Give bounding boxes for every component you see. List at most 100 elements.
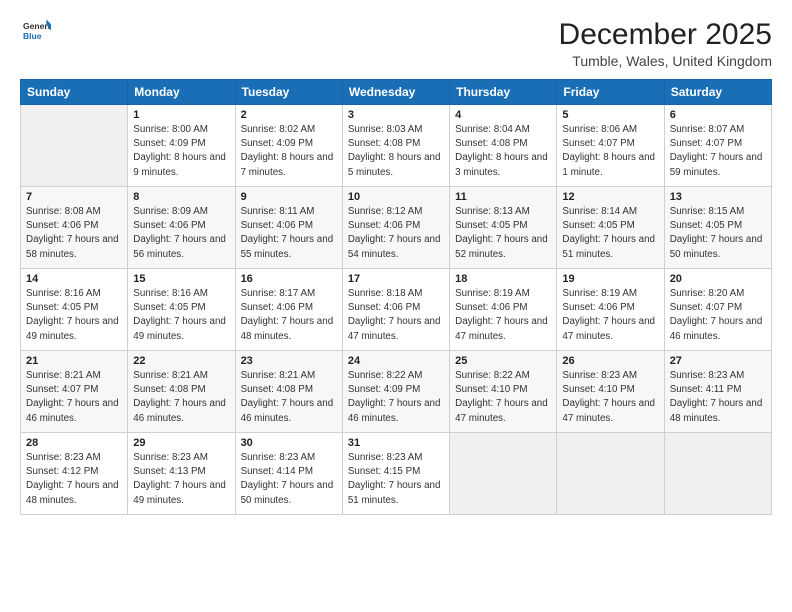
cell-info: Sunrise: 8:13 AMSunset: 4:05 PMDaylight:… <box>455 206 548 260</box>
calendar-week-row: 1 Sunrise: 8:00 AMSunset: 4:09 PMDayligh… <box>21 105 772 187</box>
cell-info: Sunrise: 8:15 AMSunset: 4:05 PMDaylight:… <box>670 206 763 260</box>
cell-info: Sunrise: 8:04 AMSunset: 4:08 PMDaylight:… <box>455 124 548 178</box>
cell-info: Sunrise: 8:19 AMSunset: 4:06 PMDaylight:… <box>562 288 655 342</box>
calendar-cell: 30 Sunrise: 8:23 AMSunset: 4:14 PMDaylig… <box>235 433 342 515</box>
calendar-cell: 16 Sunrise: 8:17 AMSunset: 4:06 PMDaylig… <box>235 269 342 351</box>
calendar-cell: 15 Sunrise: 8:16 AMSunset: 4:05 PMDaylig… <box>128 269 235 351</box>
cell-day-number: 9 <box>241 191 337 203</box>
calendar-header-monday: Monday <box>128 80 235 105</box>
cell-info: Sunrise: 8:11 AMSunset: 4:06 PMDaylight:… <box>241 206 334 260</box>
calendar-cell: 25 Sunrise: 8:22 AMSunset: 4:10 PMDaylig… <box>450 351 557 433</box>
calendar-header-thursday: Thursday <box>450 80 557 105</box>
cell-info: Sunrise: 8:21 AMSunset: 4:07 PMDaylight:… <box>26 370 119 424</box>
calendar-cell <box>664 433 771 515</box>
cell-info: Sunrise: 8:20 AMSunset: 4:07 PMDaylight:… <box>670 288 763 342</box>
cell-day-number: 6 <box>670 109 766 121</box>
cell-day-number: 1 <box>133 109 229 121</box>
cell-info: Sunrise: 8:12 AMSunset: 4:06 PMDaylight:… <box>348 206 441 260</box>
calendar-cell: 10 Sunrise: 8:12 AMSunset: 4:06 PMDaylig… <box>342 187 449 269</box>
calendar-cell <box>450 433 557 515</box>
cell-info: Sunrise: 8:14 AMSunset: 4:05 PMDaylight:… <box>562 206 655 260</box>
subtitle: Tumble, Wales, United Kingdom <box>559 53 772 69</box>
calendar-week-row: 14 Sunrise: 8:16 AMSunset: 4:05 PMDaylig… <box>21 269 772 351</box>
cell-day-number: 10 <box>348 191 444 203</box>
cell-day-number: 11 <box>455 191 551 203</box>
cell-day-number: 16 <box>241 273 337 285</box>
calendar-cell: 28 Sunrise: 8:23 AMSunset: 4:12 PMDaylig… <box>21 433 128 515</box>
calendar-cell: 26 Sunrise: 8:23 AMSunset: 4:10 PMDaylig… <box>557 351 664 433</box>
cell-info: Sunrise: 8:18 AMSunset: 4:06 PMDaylight:… <box>348 288 441 342</box>
cell-info: Sunrise: 8:16 AMSunset: 4:05 PMDaylight:… <box>133 288 226 342</box>
calendar-week-row: 7 Sunrise: 8:08 AMSunset: 4:06 PMDayligh… <box>21 187 772 269</box>
calendar-cell: 11 Sunrise: 8:13 AMSunset: 4:05 PMDaylig… <box>450 187 557 269</box>
cell-day-number: 15 <box>133 273 229 285</box>
cell-day-number: 7 <box>26 191 122 203</box>
cell-info: Sunrise: 8:00 AMSunset: 4:09 PMDaylight:… <box>133 124 226 178</box>
calendar-header-tuesday: Tuesday <box>235 80 342 105</box>
cell-day-number: 25 <box>455 355 551 367</box>
cell-info: Sunrise: 8:23 AMSunset: 4:10 PMDaylight:… <box>562 370 655 424</box>
cell-day-number: 27 <box>670 355 766 367</box>
page: General Blue December 2025 Tumble, Wales… <box>0 0 792 612</box>
cell-info: Sunrise: 8:17 AMSunset: 4:06 PMDaylight:… <box>241 288 334 342</box>
calendar-cell: 23 Sunrise: 8:21 AMSunset: 4:08 PMDaylig… <box>235 351 342 433</box>
cell-day-number: 12 <box>562 191 658 203</box>
calendar-header-saturday: Saturday <box>664 80 771 105</box>
cell-day-number: 8 <box>133 191 229 203</box>
cell-day-number: 3 <box>348 109 444 121</box>
calendar-header-wednesday: Wednesday <box>342 80 449 105</box>
cell-day-number: 4 <box>455 109 551 121</box>
cell-info: Sunrise: 8:23 AMSunset: 4:13 PMDaylight:… <box>133 452 226 506</box>
cell-info: Sunrise: 8:23 AMSunset: 4:14 PMDaylight:… <box>241 452 334 506</box>
calendar-cell: 6 Sunrise: 8:07 AMSunset: 4:07 PMDayligh… <box>664 105 771 187</box>
cell-day-number: 2 <box>241 109 337 121</box>
calendar-table: SundayMondayTuesdayWednesdayThursdayFrid… <box>20 79 772 515</box>
cell-day-number: 21 <box>26 355 122 367</box>
cell-info: Sunrise: 8:22 AMSunset: 4:09 PMDaylight:… <box>348 370 441 424</box>
calendar-cell: 29 Sunrise: 8:23 AMSunset: 4:13 PMDaylig… <box>128 433 235 515</box>
cell-info: Sunrise: 8:03 AMSunset: 4:08 PMDaylight:… <box>348 124 441 178</box>
cell-day-number: 13 <box>670 191 766 203</box>
calendar-cell: 20 Sunrise: 8:20 AMSunset: 4:07 PMDaylig… <box>664 269 771 351</box>
cell-day-number: 19 <box>562 273 658 285</box>
cell-info: Sunrise: 8:21 AMSunset: 4:08 PMDaylight:… <box>241 370 334 424</box>
calendar-cell: 14 Sunrise: 8:16 AMSunset: 4:05 PMDaylig… <box>21 269 128 351</box>
cell-info: Sunrise: 8:19 AMSunset: 4:06 PMDaylight:… <box>455 288 548 342</box>
cell-day-number: 5 <box>562 109 658 121</box>
calendar-cell: 12 Sunrise: 8:14 AMSunset: 4:05 PMDaylig… <box>557 187 664 269</box>
cell-day-number: 14 <box>26 273 122 285</box>
main-title: December 2025 <box>559 18 772 51</box>
cell-day-number: 20 <box>670 273 766 285</box>
calendar-header-friday: Friday <box>557 80 664 105</box>
calendar-cell: 1 Sunrise: 8:00 AMSunset: 4:09 PMDayligh… <box>128 105 235 187</box>
cell-day-number: 29 <box>133 437 229 449</box>
calendar-week-row: 21 Sunrise: 8:21 AMSunset: 4:07 PMDaylig… <box>21 351 772 433</box>
calendar-cell: 4 Sunrise: 8:04 AMSunset: 4:08 PMDayligh… <box>450 105 557 187</box>
calendar-header-sunday: Sunday <box>21 80 128 105</box>
calendar-week-row: 28 Sunrise: 8:23 AMSunset: 4:12 PMDaylig… <box>21 433 772 515</box>
cell-info: Sunrise: 8:08 AMSunset: 4:06 PMDaylight:… <box>26 206 119 260</box>
logo-icon: General Blue <box>23 18 51 46</box>
calendar-cell: 3 Sunrise: 8:03 AMSunset: 4:08 PMDayligh… <box>342 105 449 187</box>
cell-day-number: 24 <box>348 355 444 367</box>
cell-day-number: 26 <box>562 355 658 367</box>
logo: General Blue <box>20 18 51 51</box>
header: General Blue December 2025 Tumble, Wales… <box>20 18 772 69</box>
cell-day-number: 17 <box>348 273 444 285</box>
cell-day-number: 22 <box>133 355 229 367</box>
calendar-cell: 8 Sunrise: 8:09 AMSunset: 4:06 PMDayligh… <box>128 187 235 269</box>
svg-text:Blue: Blue <box>23 31 42 41</box>
cell-info: Sunrise: 8:23 AMSunset: 4:11 PMDaylight:… <box>670 370 763 424</box>
calendar-cell <box>557 433 664 515</box>
calendar-cell: 21 Sunrise: 8:21 AMSunset: 4:07 PMDaylig… <box>21 351 128 433</box>
cell-day-number: 28 <box>26 437 122 449</box>
calendar-cell <box>21 105 128 187</box>
cell-info: Sunrise: 8:06 AMSunset: 4:07 PMDaylight:… <box>562 124 655 178</box>
cell-day-number: 31 <box>348 437 444 449</box>
calendar-cell: 22 Sunrise: 8:21 AMSunset: 4:08 PMDaylig… <box>128 351 235 433</box>
title-block: December 2025 Tumble, Wales, United King… <box>559 18 772 69</box>
cell-info: Sunrise: 8:16 AMSunset: 4:05 PMDaylight:… <box>26 288 119 342</box>
calendar-cell: 17 Sunrise: 8:18 AMSunset: 4:06 PMDaylig… <box>342 269 449 351</box>
calendar-header-row: SundayMondayTuesdayWednesdayThursdayFrid… <box>21 80 772 105</box>
cell-day-number: 23 <box>241 355 337 367</box>
